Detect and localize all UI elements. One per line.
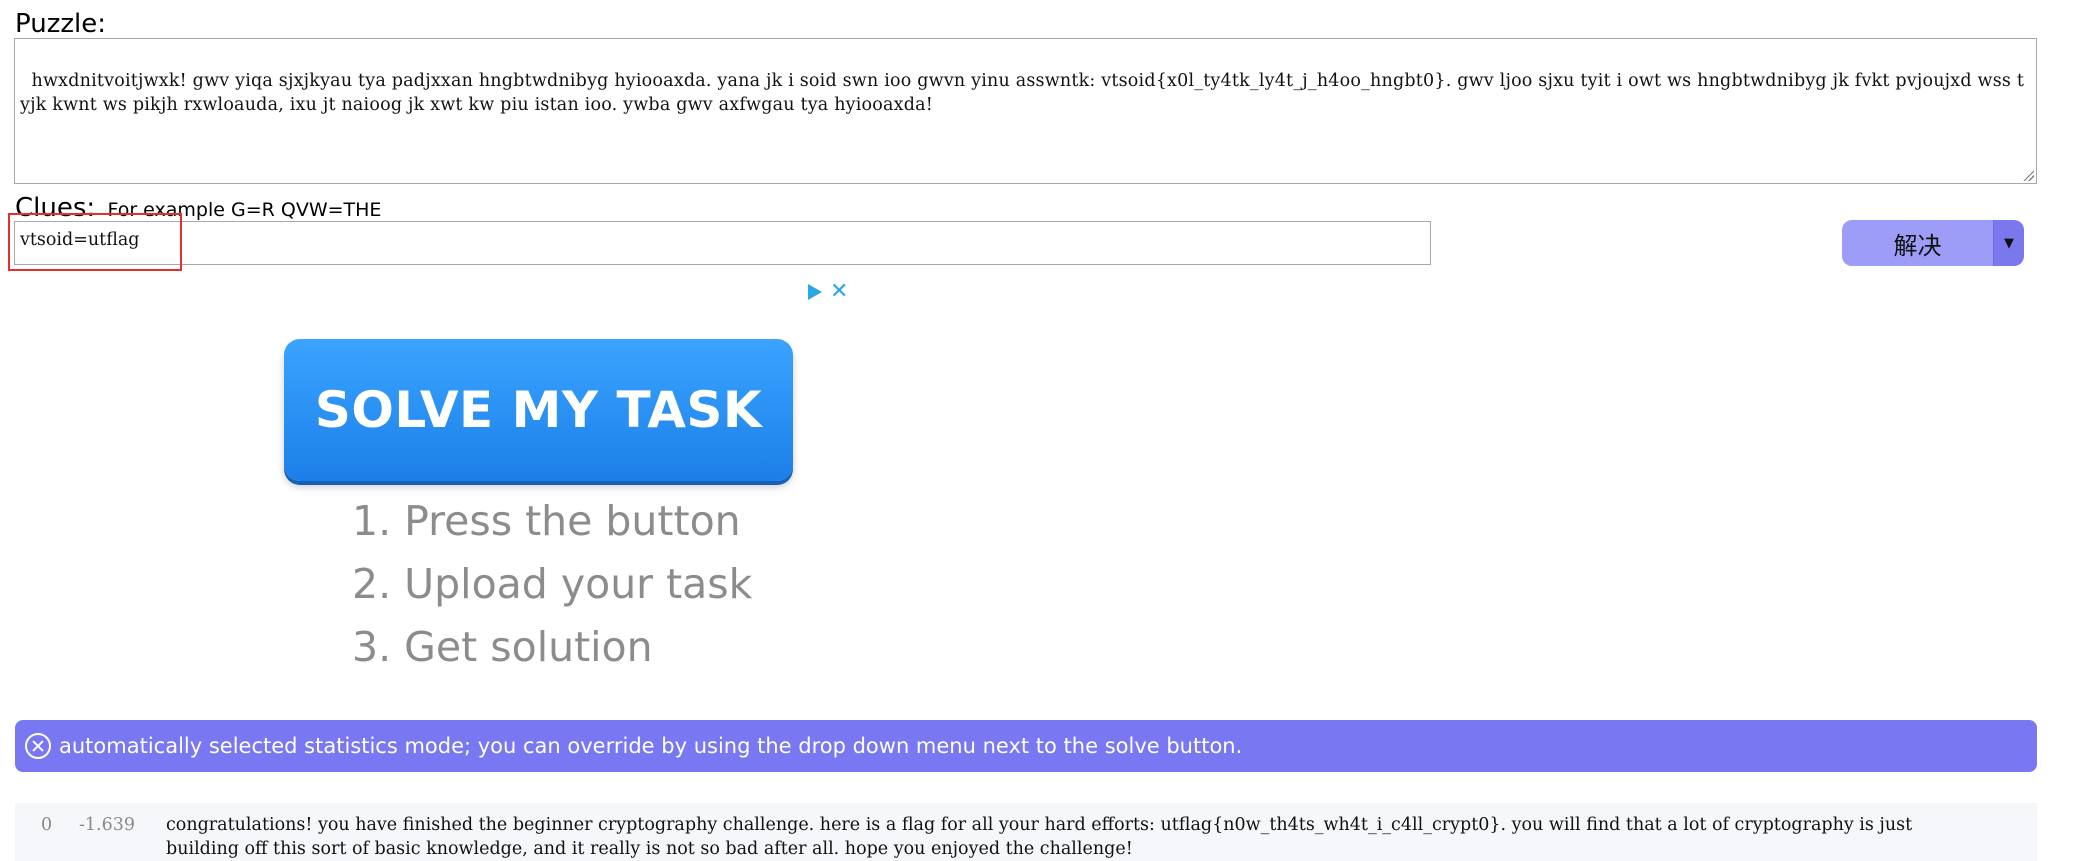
ad-choices-icon[interactable] bbox=[808, 284, 822, 300]
puzzle-text: hwxdnitvoitjwxk! gwv yiqa sjxjkyau tya p… bbox=[20, 71, 2025, 115]
solve-mode-dropdown[interactable]: ▼ bbox=[1993, 220, 2024, 266]
puzzle-textarea[interactable]: hwxdnitvoitjwxk! gwv yiqa sjxjkyau tya p… bbox=[14, 38, 2037, 184]
puzzle-label: Puzzle: bbox=[15, 9, 106, 39]
ad-step: 3. Get solution bbox=[352, 623, 653, 671]
notice-text: automatically selected statistics mode; … bbox=[59, 734, 1243, 758]
notice-bar: automatically selected statistics mode; … bbox=[15, 720, 2037, 772]
solve-button-group: 解决 ▼ bbox=[1842, 220, 2024, 266]
chevron-down-icon: ▼ bbox=[2004, 235, 2014, 251]
resize-handle-icon[interactable] bbox=[2022, 169, 2034, 181]
ad-close-icon[interactable]: ✕ bbox=[830, 281, 848, 303]
close-circle-icon[interactable] bbox=[25, 733, 51, 759]
ad-step: 1. Press the button bbox=[352, 497, 741, 545]
ad-controls: ✕ bbox=[808, 281, 848, 303]
ad-step: 2. Upload your task bbox=[352, 560, 753, 608]
result-index: 0 bbox=[41, 815, 53, 835]
results-list: 0 -1.639 congratulations! you have finis… bbox=[15, 803, 2037, 861]
solve-button[interactable]: 解决 bbox=[1842, 220, 1993, 266]
clue-highlight-box bbox=[8, 213, 182, 271]
result-text: congratulations! you have finished the b… bbox=[166, 815, 1918, 859]
clues-input[interactable]: vtsoid=utflag bbox=[14, 221, 1431, 265]
ad-solve-my-task-button[interactable]: SOLVE MY TASK bbox=[284, 339, 793, 481]
ad-steps-list: 1. Press the button 2. Upload your task … bbox=[352, 495, 752, 684]
result-score: -1.639 bbox=[79, 815, 136, 835]
